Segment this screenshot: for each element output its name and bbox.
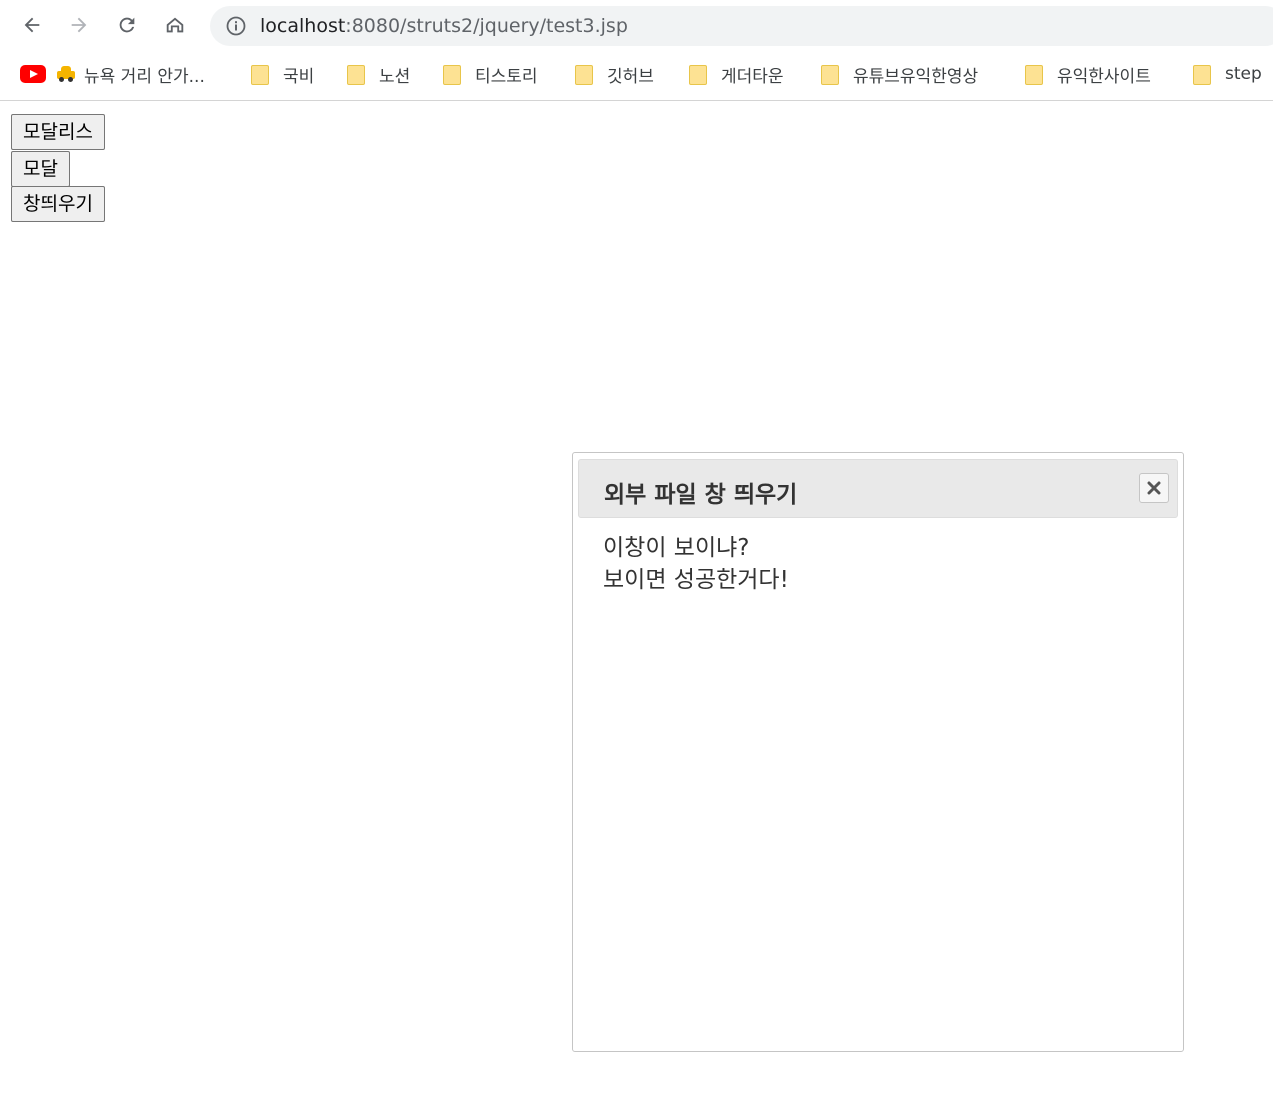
browser-toolbar: localhost:8080/struts2/jquery/test3.jsp — [0, 0, 1273, 50]
page-content: 모달리스 모달 창띄우기 외부 파일 창 띄우기 이창이 보이냐? 보이면 성공… — [0, 101, 1273, 1103]
folder-icon — [347, 63, 365, 85]
open-window-button[interactable]: 창띄우기 — [11, 186, 105, 222]
folder-icon — [443, 63, 461, 85]
forward-button[interactable] — [62, 8, 96, 42]
dialog-title: 외부 파일 창 띄우기 — [604, 482, 798, 508]
url-path: :8080/struts2/jquery/test3.jsp — [345, 15, 628, 37]
bookmark-folder-notion[interactable]: 노션 — [347, 61, 410, 87]
bookmark-label: 유익한사이트 — [1057, 66, 1151, 87]
bookmark-label: step — [1225, 64, 1262, 84]
reload-button[interactable] — [110, 8, 144, 42]
url-host: localhost — [260, 15, 346, 37]
taxi-icon — [56, 65, 76, 83]
info-icon[interactable] — [226, 16, 246, 36]
close-icon — [1147, 481, 1161, 495]
dialog-titlebar[interactable]: 외부 파일 창 띄우기 — [578, 459, 1178, 518]
bookmark-folder-gukbi[interactable]: 국비 — [251, 61, 314, 87]
folder-icon — [689, 63, 707, 85]
bookmark-label: 유튜브유익한영상 — [853, 66, 979, 87]
youtube-icon — [20, 65, 46, 83]
dialog-message-line1: 이창이 보이냐? — [603, 535, 750, 561]
folder-icon — [821, 63, 839, 85]
arrow-left-icon — [24, 17, 40, 33]
arrow-right-icon — [71, 17, 87, 33]
bookmark-folder-github[interactable]: 깃허브 — [575, 61, 654, 87]
bookmark-folder-tistory[interactable]: 티스토리 — [443, 61, 538, 87]
bookmark-label: 깃허브 — [607, 66, 654, 87]
home-icon — [166, 17, 184, 33]
folder-icon — [1025, 63, 1043, 85]
bookmark-folder-step[interactable]: step — [1193, 61, 1262, 87]
bookmark-youtube-video[interactable]: 뉴욕 거리 안가... — [20, 61, 205, 87]
bookmark-folder-gathertown[interactable]: 게더타운 — [689, 61, 784, 87]
dialog-window: 외부 파일 창 띄우기 이창이 보이냐? 보이면 성공한거다! — [572, 452, 1184, 1052]
bookmark-label: 티스토리 — [475, 66, 538, 87]
modeless-button[interactable]: 모달리스 — [11, 114, 105, 150]
bookmark-label: 뉴욕 거리 안가... — [84, 66, 205, 87]
dialog-content: 이창이 보이냐? 보이면 성공한거다! — [603, 532, 789, 596]
folder-icon — [1193, 63, 1211, 85]
reload-icon — [119, 17, 135, 33]
bookmark-folder-useful-sites[interactable]: 유익한사이트 — [1025, 61, 1151, 87]
bookmark-label: 노션 — [379, 66, 411, 87]
back-button[interactable] — [15, 8, 49, 42]
address-bar[interactable]: localhost:8080/struts2/jquery/test3.jsp — [210, 6, 1273, 46]
bookmark-label: 게더타운 — [721, 66, 784, 87]
bookmark-label: 국비 — [283, 66, 315, 87]
bookmark-folder-youtube-useful[interactable]: 유튜브유익한영상 — [821, 61, 978, 87]
folder-icon — [251, 63, 269, 85]
dialog-message-line2: 보이면 성공한거다! — [603, 567, 789, 593]
folder-icon — [575, 63, 593, 85]
bookmarks-bar: 뉴욕 거리 안가... 국비 노션 티스토리 깃허브 게더타운 유튜브유익한영상… — [0, 50, 1273, 101]
modal-button[interactable]: 모달 — [11, 151, 70, 187]
home-button[interactable] — [158, 8, 192, 42]
url-text[interactable]: localhost:8080/struts2/jquery/test3.jsp — [260, 15, 628, 37]
dialog-close-button[interactable] — [1139, 473, 1169, 503]
